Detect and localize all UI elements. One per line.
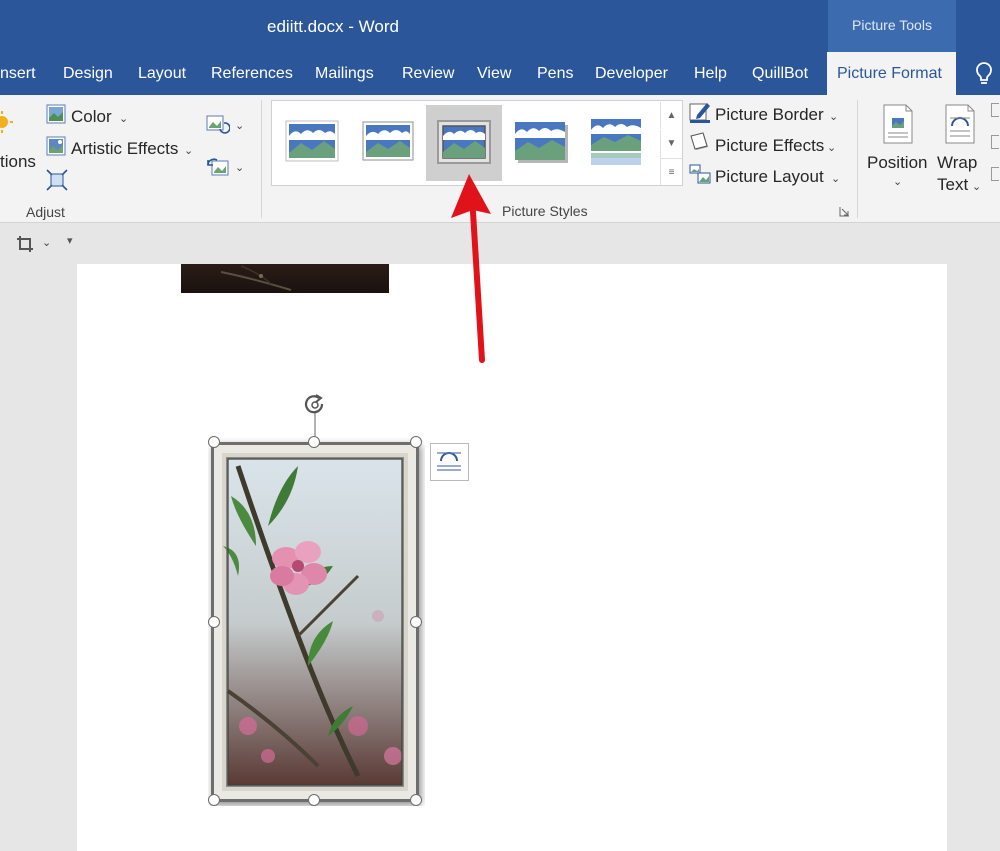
resize-handle-top-left[interactable] — [208, 436, 220, 448]
position-label: Position — [867, 153, 928, 172]
picture-style-reflected[interactable] — [578, 105, 654, 181]
crop-icon[interactable] — [16, 235, 34, 253]
tab-layout[interactable]: Layout — [138, 52, 186, 95]
resize-handle-top-right[interactable] — [410, 436, 422, 448]
chevron-down-icon: ⌄ — [972, 181, 982, 193]
tab-insert[interactable]: nsert — [0, 52, 36, 95]
corrections-icon[interactable] — [0, 109, 16, 135]
selected-picture[interactable] — [208, 436, 425, 806]
picture-style-drop-shadow[interactable] — [502, 105, 578, 181]
resize-handle-left[interactable] — [208, 616, 220, 628]
picture-border-icon — [689, 103, 710, 123]
picture-style-simple-frame-black[interactable] — [350, 105, 426, 181]
document-page[interactable] — [77, 264, 947, 851]
gallery-scroll-up-button[interactable]: ▲ — [660, 102, 682, 129]
customize-quick-access-icon[interactable]: ▾ — [67, 234, 73, 247]
chevron-down-icon: ⌄ — [184, 145, 194, 157]
tab-review[interactable]: Review — [402, 52, 454, 95]
chevron-down-icon: ⌄ — [829, 111, 839, 123]
chevron-down-icon: ⌄ — [831, 173, 841, 185]
lightbulb-icon[interactable] — [972, 61, 996, 87]
resize-handle-top[interactable] — [308, 436, 320, 448]
resize-handle-bottom-right[interactable] — [410, 794, 422, 806]
color-icon — [46, 104, 66, 124]
picture-styles-group-label: Picture Styles — [502, 203, 588, 219]
tab-quillbot[interactable]: QuillBot — [752, 52, 808, 95]
change-picture-icon[interactable] — [206, 115, 230, 135]
reset-picture-icon[interactable] — [206, 157, 230, 177]
tab-design[interactable]: Design — [63, 52, 113, 95]
picture-border-label: Picture Border — [715, 105, 824, 124]
title-bar: ediitt.docx - Word Picture Tools — [0, 0, 1000, 52]
picture-tools-context-label: Picture Tools — [828, 0, 956, 52]
wrap-text-icon — [945, 104, 975, 144]
picture-layout-icon — [689, 164, 711, 184]
picture-effects-icon — [690, 132, 708, 150]
tab-picture-format[interactable]: Picture Format — [827, 52, 956, 95]
tab-pens[interactable]: Pens — [537, 52, 573, 95]
window-title: ediitt.docx - Word — [267, 17, 399, 36]
selection-pane-icon[interactable] — [991, 167, 999, 181]
tab-references[interactable]: References — [211, 52, 293, 95]
picture-effects-label: Picture Effects — [715, 136, 825, 155]
picture-style-simple-frame[interactable] — [274, 105, 350, 181]
corrections-button-label[interactable]: tions — [0, 152, 36, 172]
dialog-launcher-icon[interactable] — [839, 206, 850, 217]
tab-view[interactable]: View — [477, 52, 511, 95]
chevron-down-icon: ⌄ — [827, 142, 837, 154]
artistic-effects-icon — [46, 136, 66, 156]
bring-forward-icon[interactable] — [991, 103, 999, 117]
position-icon — [883, 104, 913, 144]
group-separator — [857, 100, 858, 218]
chevron-down-icon: ⌄ — [119, 113, 129, 125]
adjust-group-label: Adjust — [26, 204, 65, 220]
tab-help[interactable]: Help — [694, 52, 727, 95]
chevron-down-icon[interactable]: ⌄ — [235, 119, 244, 132]
layout-options-button[interactable] — [430, 443, 469, 481]
previous-image[interactable] — [181, 264, 389, 293]
gallery-more-button[interactable]: ≡ — [660, 158, 682, 185]
resize-handle-right[interactable] — [410, 616, 422, 628]
tab-mailings[interactable]: Mailings — [315, 52, 374, 95]
tab-developer[interactable]: Developer — [595, 52, 668, 95]
layout-options-icon — [437, 452, 461, 471]
group-separator — [261, 100, 262, 218]
wrap-text-label-line1: Wrap — [937, 153, 978, 172]
wrap-text-label-line2: Text — [937, 175, 969, 194]
artistic-effects-label: Artistic Effects — [71, 139, 179, 158]
gallery-scroll-down-button[interactable]: ▼ — [660, 130, 682, 157]
chevron-down-icon: ⌄ — [893, 176, 903, 188]
picture-layout-label: Picture Layout — [715, 167, 824, 186]
chevron-down-icon[interactable]: ⌄ — [235, 161, 244, 174]
ribbon-tab-row: nsert Design Layout References Mailings … — [0, 52, 1000, 95]
resize-handle-bottom[interactable] — [308, 794, 320, 806]
compress-pictures-icon[interactable] — [46, 169, 68, 191]
resize-handle-bottom-left[interactable] — [208, 794, 220, 806]
color-label: Color — [71, 107, 112, 126]
annotation-arrow — [451, 174, 491, 363]
chevron-down-icon[interactable]: ⌄ — [42, 236, 51, 249]
send-backward-icon[interactable] — [991, 135, 999, 149]
